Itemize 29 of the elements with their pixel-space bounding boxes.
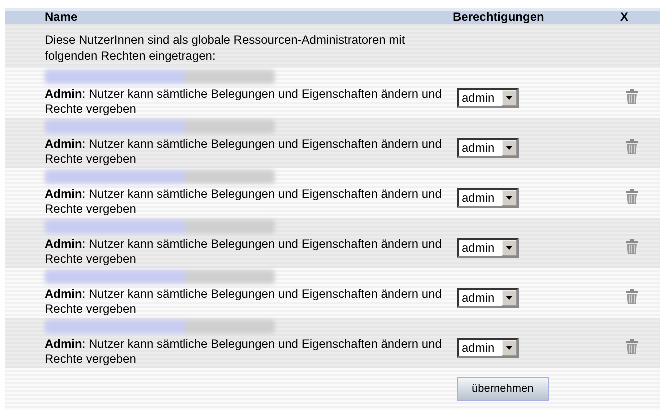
- delete-icon[interactable]: [626, 288, 638, 304]
- caret-icon[interactable]: [502, 140, 517, 156]
- caret-icon[interactable]: [502, 190, 517, 206]
- submit-button[interactable]: übernehmen: [457, 376, 549, 402]
- delete-icon[interactable]: [626, 138, 638, 154]
- role-select[interactable]: admin: [457, 88, 519, 108]
- permission-description: Admin: Nutzer kann sämtliche Belegungen und Eigenschaften ändern und Rechte vergeben: [45, 187, 443, 217]
- permission-description: Admin: Nutzer kann sämtliche Belegungen und Eigenschaften ändern und Rechte vergeben: [45, 87, 443, 117]
- caret-icon[interactable]: [502, 340, 517, 356]
- role-select[interactable]: admin: [457, 188, 519, 208]
- role-select[interactable]: admin: [457, 338, 519, 358]
- permission-description: Admin: Nutzer kann sämtliche Belegungen und Eigenschaften ändern und Rechte vergeben: [45, 137, 443, 167]
- delete-icon[interactable]: [626, 88, 638, 104]
- delete-icon[interactable]: [626, 188, 638, 204]
- intro-text: Diese NutzerInnen sind als globale Ressourcen-Administratoren mit folgenden Rechten eingetragen:: [45, 33, 406, 63]
- permission-description: Admin: Nutzer kann sämtliche Belegungen und Eigenschaften ändern und Rechte vergeben: [45, 337, 443, 367]
- delete-header: X: [620, 10, 628, 24]
- delete-icon[interactable]: [626, 238, 638, 254]
- caret-icon[interactable]: [502, 240, 517, 256]
- role-select[interactable]: admin: [457, 138, 519, 158]
- permission-description: Admin: Nutzer kann sämtliche Belegungen und Eigenschaften ändern und Rechte vergeben: [45, 237, 443, 267]
- name-header: Name: [45, 10, 78, 24]
- caret-icon[interactable]: [502, 90, 517, 106]
- permission-description: Admin: Nutzer kann sämtliche Belegungen und Eigenschaften ändern und Rechte vergeben: [45, 287, 443, 317]
- role-select[interactable]: admin: [457, 238, 519, 258]
- delete-icon[interactable]: [626, 338, 638, 354]
- permissions-header: Berechtigungen: [453, 10, 544, 24]
- role-select[interactable]: admin: [457, 288, 519, 308]
- caret-icon[interactable]: [502, 290, 517, 306]
